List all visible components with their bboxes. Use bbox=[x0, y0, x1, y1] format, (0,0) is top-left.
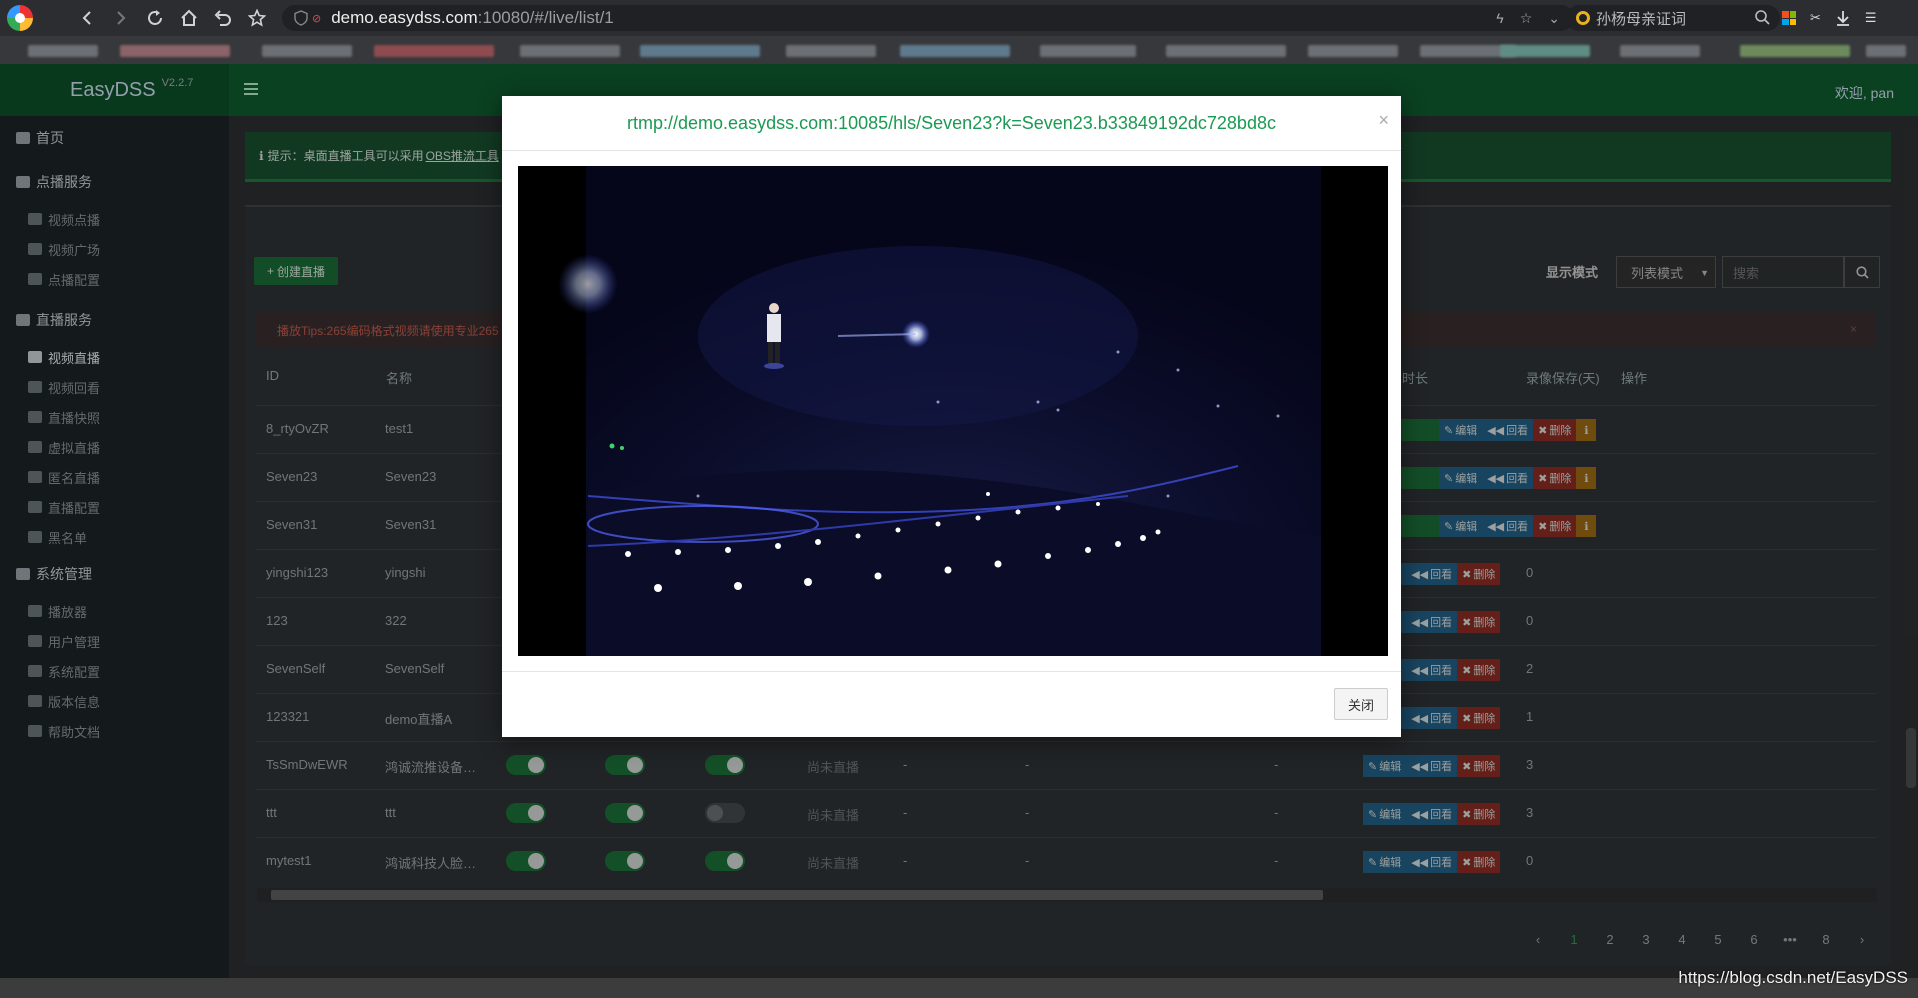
divider bbox=[502, 671, 1401, 672]
reload-icon[interactable] bbox=[138, 0, 172, 36]
close-icon[interactable]: × bbox=[1378, 110, 1389, 131]
divider bbox=[502, 150, 1401, 151]
scissors-icon[interactable]: ✂ bbox=[1810, 10, 1821, 26]
shield-icon bbox=[294, 10, 308, 26]
forward-icon[interactable] bbox=[104, 0, 138, 36]
watermark-text: https://blog.csdn.net/EasyDSS bbox=[1678, 968, 1908, 987]
back-icon[interactable] bbox=[70, 0, 104, 36]
chevron-down-icon[interactable]: ⌄ bbox=[1548, 10, 1560, 27]
bookmark-bar bbox=[0, 36, 1918, 64]
browser-search-text: 孙杨母亲证词 bbox=[1596, 10, 1687, 28]
search-icon[interactable] bbox=[1755, 10, 1770, 25]
undo-icon[interactable] bbox=[206, 0, 240, 36]
video-player[interactable] bbox=[518, 166, 1388, 656]
insecure-icon: ⊘ bbox=[312, 12, 322, 25]
favorite-icon[interactable]: ☆ bbox=[1520, 10, 1533, 27]
search-engine-icon bbox=[1576, 11, 1590, 25]
browser-search-box[interactable]: 孙杨母亲证词 bbox=[1566, 5, 1780, 31]
home-icon[interactable] bbox=[172, 0, 206, 36]
download-icon[interactable] bbox=[1835, 10, 1851, 26]
browser-extension-bar: ✂ ☰ bbox=[1782, 0, 1877, 36]
browser-logo-icon[interactable] bbox=[0, 0, 40, 36]
video-frame bbox=[518, 166, 1388, 656]
apps-grid-icon[interactable] bbox=[1782, 11, 1796, 25]
menu-icon[interactable]: ☰ bbox=[1865, 10, 1877, 26]
status-strip bbox=[0, 978, 1918, 998]
close-button[interactable]: 关闭 bbox=[1334, 688, 1388, 720]
bookmark-star-icon[interactable] bbox=[240, 0, 274, 36]
address-bar[interactable]: ⊘ demo.easydss.com:10080/#/live/list/1 ϟ… bbox=[282, 5, 1574, 31]
video-player-modal: rtmp://demo.easydss.com:10085/hls/Seven2… bbox=[502, 96, 1401, 737]
flash-icon[interactable]: ϟ bbox=[1496, 10, 1503, 26]
stream-url-title: rtmp://demo.easydss.com:10085/hls/Seven2… bbox=[627, 112, 1276, 133]
url-text: demo.easydss.com:10080/#/live/list/1 bbox=[331, 8, 614, 27]
